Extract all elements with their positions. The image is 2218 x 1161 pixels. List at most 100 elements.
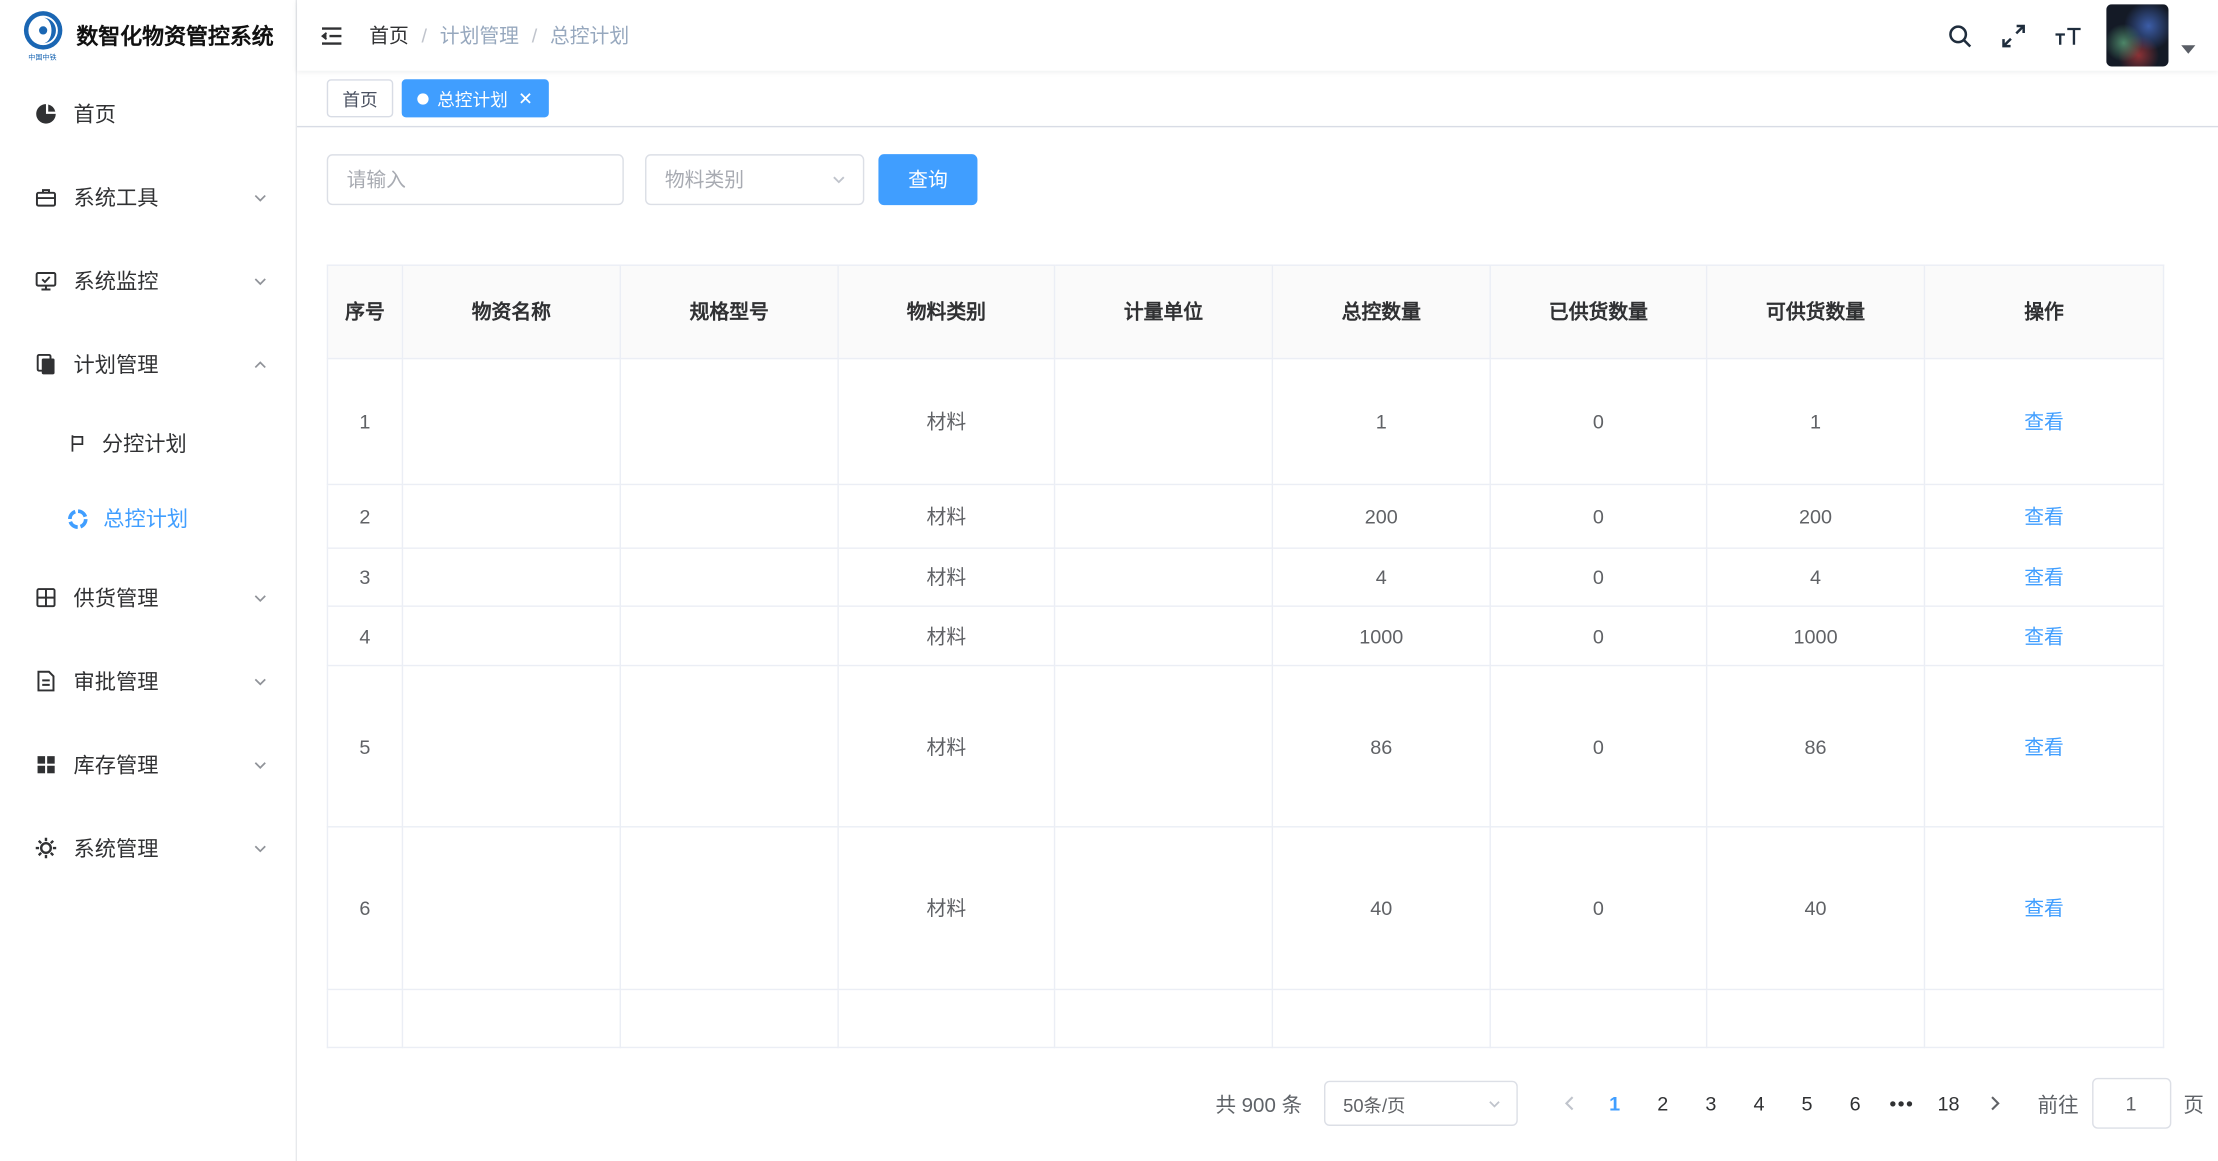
- cell-unit: [1055, 666, 1273, 827]
- cell-category: 材料: [838, 548, 1054, 606]
- material-category-select[interactable]: 物料类别: [645, 154, 864, 205]
- cell-available: [1707, 989, 1925, 1047]
- tab-home[interactable]: 首页: [327, 79, 394, 117]
- sidebar-item-plan-management[interactable]: 计划管理: [0, 323, 296, 406]
- cell-no: 5: [327, 666, 402, 827]
- font-size-button[interactable]: [2054, 22, 2082, 49]
- pagination-total: 共 900 条: [1215, 1088, 1302, 1118]
- logo-text: 中国中铁: [28, 52, 56, 62]
- cell-name: [402, 666, 620, 827]
- cell-supplied: 0: [1490, 359, 1706, 485]
- sidebar-item-approval-management[interactable]: 审批管理: [0, 639, 296, 722]
- page-number[interactable]: 4: [1736, 1081, 1781, 1126]
- sidebar-item-label: 系统监控: [74, 266, 159, 296]
- cell-supplied: 0: [1490, 548, 1706, 606]
- breadcrumb: 首页 / 计划管理 / 总控计划: [369, 21, 629, 49]
- top-bar: 首页 / 计划管理 / 总控计划: [297, 0, 2218, 71]
- page-size-select[interactable]: 50条/页: [1323, 1081, 1517, 1126]
- search-button[interactable]: [1946, 22, 1973, 49]
- user-menu-caret-icon[interactable]: [2181, 45, 2195, 53]
- chevron-left-icon: [1560, 1093, 1580, 1113]
- cell-name: [402, 989, 620, 1047]
- logo-area: 中国中铁 数智化物资管控系统: [0, 0, 296, 71]
- sidebar-item-home[interactable]: 首页: [0, 72, 296, 155]
- flag-icon: [66, 433, 87, 454]
- goto-page: 前往 页: [2038, 1078, 2204, 1129]
- column-header: 操作: [1924, 265, 2163, 358]
- chevron-down-icon: [250, 588, 270, 608]
- page-number[interactable]: 2: [1640, 1081, 1685, 1126]
- column-header: 规格型号: [620, 265, 838, 358]
- cell-unit: [1055, 548, 1273, 606]
- cell-unit: [1055, 606, 1273, 665]
- tab-close-button[interactable]: [518, 91, 534, 107]
- sidebar: 中国中铁 数智化物资管控系统 首页 系统工具: [0, 0, 297, 1161]
- previous-page-button[interactable]: [1548, 1081, 1590, 1126]
- cell-total: 1: [1272, 359, 1490, 485]
- column-header: 总控数量: [1272, 265, 1490, 358]
- cell-supplied: 0: [1490, 484, 1706, 548]
- pagination-bar: 共 900 条 50条/页 1 2 3 4 5 6 ••• 18: [327, 1078, 2204, 1129]
- chevron-down-icon: [250, 187, 270, 207]
- keyword-input[interactable]: [327, 154, 624, 205]
- cell-spec: [620, 606, 838, 665]
- next-page-button[interactable]: [1973, 1081, 2015, 1126]
- cell-spec: [620, 548, 838, 606]
- sidebar-item-label: 供货管理: [74, 583, 159, 613]
- goto-page-input[interactable]: [2091, 1078, 2170, 1129]
- blocks-icon: [34, 753, 58, 777]
- more-pages-icon[interactable]: •••: [1879, 1092, 1924, 1115]
- sidebar-item-label: 系统工具: [74, 182, 159, 212]
- tab-master-control-plan[interactable]: 总控计划: [402, 79, 549, 117]
- column-header: 序号: [327, 265, 402, 358]
- cell-total: 40: [1272, 827, 1490, 990]
- cell-category: 材料: [838, 606, 1054, 665]
- cell-unit: [1055, 484, 1273, 548]
- view-detail-link[interactable]: 查看: [2024, 735, 2064, 758]
- page-number[interactable]: 5: [1784, 1081, 1829, 1126]
- cell-category: 材料: [838, 359, 1054, 485]
- table-row: 2 材料 200 0 200 查看: [327, 484, 2163, 548]
- user-avatar[interactable]: [2106, 4, 2168, 66]
- sidebar-collapse-button[interactable]: [318, 22, 345, 49]
- cell-spec: [620, 827, 838, 990]
- sidebar-item-system-management[interactable]: 系统管理: [0, 806, 296, 889]
- page-number-last[interactable]: 18: [1926, 1081, 1971, 1126]
- sidebar-item-master-control-plan[interactable]: 总控计划: [0, 481, 296, 556]
- view-detail-link[interactable]: 查看: [2024, 505, 2064, 528]
- chevron-down-icon: [250, 671, 270, 691]
- company-logo-icon: 中国中铁: [18, 9, 66, 61]
- main-area: 首页 / 计划管理 / 总控计划: [297, 0, 2218, 1161]
- cell-supplied: 0: [1490, 827, 1706, 990]
- page-number[interactable]: 6: [1833, 1081, 1878, 1126]
- view-detail-link[interactable]: 查看: [2024, 566, 2064, 589]
- tab-label: 首页: [342, 85, 377, 112]
- sidebar-item-supply-management[interactable]: 供货管理: [0, 556, 296, 639]
- app-title: 数智化物资管控系统: [76, 20, 273, 51]
- column-header: 物料类别: [838, 265, 1054, 358]
- dashboard-icon: [34, 102, 58, 126]
- chevron-up-icon: [250, 354, 270, 374]
- view-detail-link[interactable]: 查看: [2024, 625, 2064, 648]
- cell-name: [402, 548, 620, 606]
- fullscreen-button[interactable]: [2000, 22, 2027, 49]
- sidebar-item-label: 计划管理: [74, 349, 159, 379]
- breadcrumb-separator: /: [422, 24, 428, 47]
- chevron-right-icon: [1984, 1093, 2004, 1113]
- query-button[interactable]: 查询: [878, 154, 977, 205]
- sidebar-item-inventory-management[interactable]: 库存管理: [0, 723, 296, 806]
- page-number[interactable]: 1: [1592, 1081, 1637, 1126]
- page-number[interactable]: 3: [1688, 1081, 1733, 1126]
- breadcrumb-section[interactable]: 计划管理: [440, 21, 519, 49]
- breadcrumb-home[interactable]: 首页: [369, 21, 409, 49]
- active-tab-dot: [417, 93, 428, 104]
- cell-no: 2: [327, 484, 402, 548]
- sidebar-item-system-tools[interactable]: 系统工具: [0, 156, 296, 239]
- view-detail-link[interactable]: 查看: [2024, 897, 2064, 920]
- page-content: 物料类别 查询 序号 物资名称 规格型号 物料类别: [297, 127, 2218, 1161]
- sidebar-item-system-monitor[interactable]: 系统监控: [0, 239, 296, 322]
- sidebar-item-sub-control-plan[interactable]: 分控计划: [0, 406, 296, 481]
- cell-category: 材料: [838, 666, 1054, 827]
- view-detail-link[interactable]: 查看: [2024, 410, 2064, 433]
- cell-total: 200: [1272, 484, 1490, 548]
